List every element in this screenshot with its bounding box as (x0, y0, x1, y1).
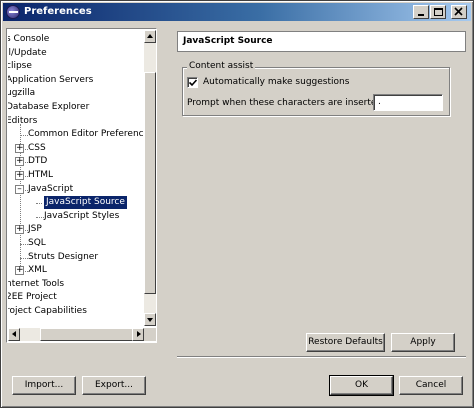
title-bar[interactable]: Preferences (3, 3, 471, 21)
eclipse-icon (6, 5, 20, 19)
tree-item[interactable]: SQL (8, 237, 143, 250)
cancel-button[interactable]: Cancel (399, 376, 463, 395)
tree-item-label: Application Servers (8, 74, 94, 85)
arrow-down-icon (147, 318, 153, 322)
tree-connector-line (20, 257, 28, 259)
tree-connector-line (36, 203, 44, 205)
scroll-left-button[interactable] (8, 328, 20, 341)
page-title: JavaScript Source (177, 31, 466, 52)
tree-item-label: Database Explorer (8, 102, 90, 112)
tree-item[interactable]: JavaScript Source (8, 195, 143, 211)
auto-suggest-label[interactable]: Automatically make suggestions (203, 77, 349, 87)
tree-item-label: Editors (8, 115, 38, 126)
scroll-up-button[interactable] (144, 30, 156, 43)
close-button[interactable] (451, 5, 467, 19)
auto-suggest-checkbox[interactable] (187, 77, 198, 88)
arrow-left-icon (12, 331, 16, 337)
tree-item-label: CSS (28, 142, 46, 153)
prompt-characters-input[interactable]: . (373, 94, 443, 111)
minimize-button[interactable] (413, 5, 429, 19)
tree-item-label: SQL (28, 238, 46, 248)
tree-item[interactable]: ugzilla (8, 87, 143, 100)
tree-item-label: DTD (28, 156, 48, 167)
preferences-tree[interactable]: s Console ll/Update clipse Application Serv… (6, 28, 157, 343)
minimize-icon (418, 14, 424, 16)
expand-icon[interactable]: + (15, 225, 24, 235)
tree-item[interactable]: + DTD (8, 155, 143, 168)
tree-horizontal-scrollbar[interactable] (8, 328, 144, 341)
vertical-scroll-thumb[interactable] (144, 72, 156, 294)
tree-connector-line (20, 244, 28, 245)
ok-button[interactable]: OK (329, 375, 394, 396)
tree-item[interactable]: ll/Update (8, 47, 143, 60)
expand-icon[interactable]: + (15, 157, 24, 167)
checkmark-icon (189, 79, 197, 87)
tree-item[interactable]: + JSP (8, 223, 143, 236)
tree-connector-line (20, 135, 28, 137)
scroll-down-button[interactable] (144, 313, 156, 326)
prompt-characters-label: Prompt when these characters are inserte… (187, 98, 386, 108)
tree-item-label: nternet Tools (8, 278, 65, 289)
tree-item[interactable]: 2EE Project (8, 291, 143, 304)
tree-item-label: JSP (28, 224, 42, 235)
tree-item[interactable]: Editors (8, 115, 143, 128)
scroll-right-button[interactable] (132, 328, 144, 341)
tree-vertical-scrollbar[interactable] (144, 30, 156, 326)
tree-item[interactable]: + XML (8, 264, 143, 277)
tree-item-label: clipse (8, 61, 32, 72)
tree-item[interactable]: nternet Tools (8, 278, 143, 291)
page-separator (177, 356, 466, 358)
maximize-button[interactable] (430, 5, 446, 19)
restore-defaults-button[interactable]: Restore Defaults (306, 333, 385, 352)
tree-item[interactable]: clipse (8, 60, 143, 73)
tree-item[interactable]: + HTML (8, 169, 143, 182)
horizontal-scroll-thumb[interactable] (40, 328, 136, 341)
tree-item-label: s Console (8, 34, 50, 44)
tree-item[interactable]: s Console (8, 33, 143, 46)
tree-item-label: JavaScript Source (43, 195, 128, 211)
tree-item[interactable]: Common Editor Preferences (8, 128, 143, 141)
tree-item-label: JavaScript (28, 183, 74, 194)
tree-item-label: XML (28, 265, 47, 276)
tree-item-label: 2EE Project (8, 292, 57, 303)
arrow-right-icon (137, 331, 141, 337)
tree-item[interactable]: Struts Designer (8, 251, 143, 264)
tree-item[interactable]: Application Servers (8, 74, 143, 87)
maximize-icon (434, 8, 443, 16)
preferences-window: Preferences s Console ll/Update clipse Appl… (0, 0, 474, 408)
expand-icon[interactable]: + (15, 171, 24, 180)
expand-icon[interactable]: + (15, 143, 24, 153)
content-assist-group-label: Content assist (187, 61, 256, 71)
scroll-corner (144, 328, 156, 341)
tree-item[interactable]: JavaScript Styles (8, 210, 143, 223)
window-title: Preferences (24, 6, 92, 17)
tree-item-label: Common Editor Preferences (28, 129, 143, 140)
tree-item[interactable]: roject Capabilities (8, 305, 143, 318)
expand-icon[interactable]: + (15, 266, 24, 276)
tree-item[interactable]: + CSS (8, 142, 143, 155)
tree-item[interactable]: – JavaScript (8, 183, 143, 196)
tree-item-label: HTML (28, 170, 54, 180)
tree-item[interactable]: Database Explorer (8, 101, 143, 114)
tree-item-label: JavaScript Styles (44, 210, 120, 221)
tree-item-label: ugzilla (8, 88, 36, 99)
tree-item-label: Struts Designer (28, 251, 99, 262)
import-button[interactable]: Import... (12, 376, 76, 395)
tree-items: s Console ll/Update clipse Application Serv… (8, 30, 143, 326)
collapse-icon[interactable]: – (15, 184, 24, 194)
arrow-up-icon (147, 34, 153, 38)
tree-item-label: roject Capabilities (8, 306, 87, 316)
apply-button[interactable]: Apply (391, 333, 455, 352)
export-button[interactable]: Export... (82, 376, 146, 395)
close-icon (454, 7, 463, 16)
tree-item-label: ll/Update (8, 47, 47, 58)
tree-connector-line (36, 216, 44, 218)
